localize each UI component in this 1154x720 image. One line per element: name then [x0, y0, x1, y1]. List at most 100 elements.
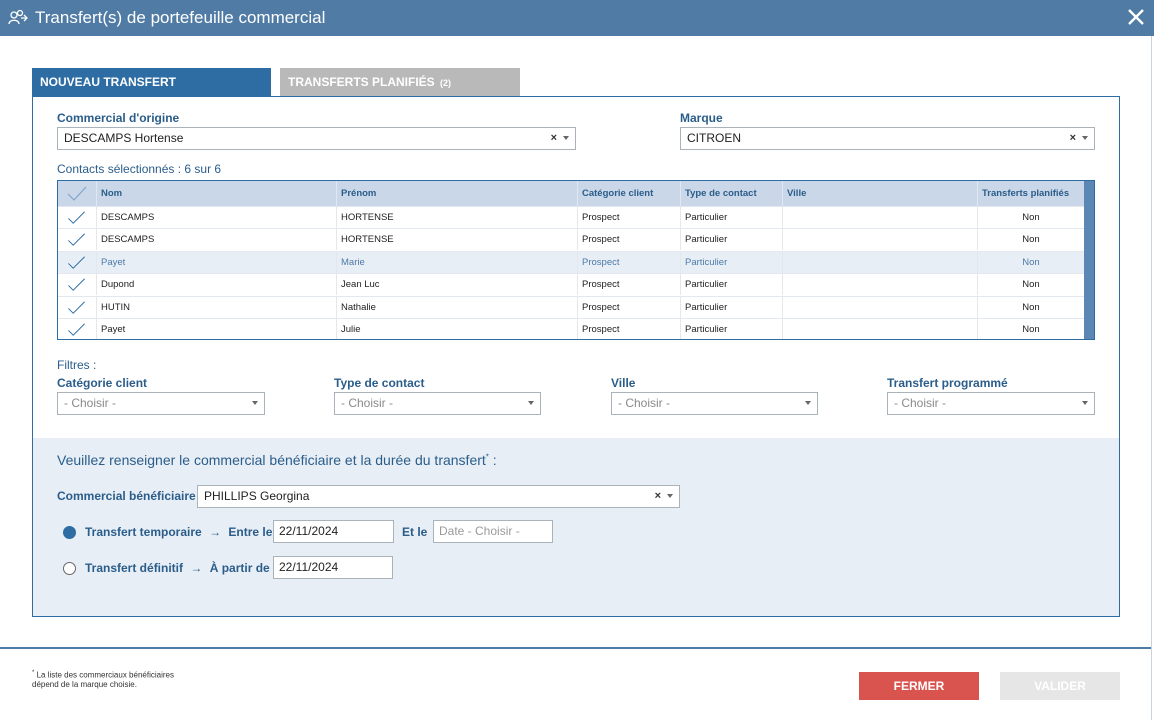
check-icon[interactable]	[58, 274, 96, 295]
table-row[interactable]: DESCAMPS HORTENSE Prospect Particulier N…	[58, 206, 1084, 228]
cell-transferts: Non	[977, 252, 1084, 273]
validate-button[interactable]: VALIDER	[1000, 672, 1120, 700]
cell-nom: Dupond	[96, 274, 336, 295]
cell-type: Particulier	[680, 207, 782, 228]
cell-type: Particulier	[680, 229, 782, 250]
cell-ville	[782, 207, 977, 228]
cell-categorie: Prospect	[577, 297, 680, 318]
tab-planned-transfers-label: TRANSFERTS PLANIFIÉS	[288, 75, 435, 89]
chevron-down-icon	[252, 401, 258, 405]
cell-type: Particulier	[680, 274, 782, 295]
filter-city-value: - Choisir -	[618, 396, 671, 410]
transfer-prompt-text: Veuillez renseigner le commercial bénéfi…	[57, 452, 486, 468]
cell-categorie: Prospect	[577, 252, 680, 273]
between-label: Entre le	[228, 525, 273, 539]
brand-select[interactable]: CITROEN ×	[680, 127, 1095, 150]
cell-categorie: Prospect	[577, 229, 680, 250]
chevron-down-icon	[805, 401, 811, 405]
footer-note-line1: La liste des commerciaux bénéficiaires	[34, 670, 174, 680]
check-icon[interactable]	[58, 297, 96, 318]
filter-scheduled-label: Transfert programmé	[887, 376, 1008, 390]
check-icon[interactable]	[58, 319, 96, 340]
col-header-transferts[interactable]: Transferts planifiés	[977, 181, 1084, 206]
check-icon[interactable]	[58, 207, 96, 228]
permanent-start-date-input[interactable]: 22/11/2024	[273, 556, 393, 579]
brand-clear-icon[interactable]: ×	[1070, 128, 1076, 149]
cell-nom: Payet	[96, 252, 336, 273]
origin-clear-icon[interactable]: ×	[551, 128, 557, 149]
cell-prenom: Marie	[336, 252, 577, 273]
table-scrollbar[interactable]	[1084, 181, 1094, 339]
cell-prenom: Jean Luc	[336, 274, 577, 295]
cell-transferts: Non	[977, 297, 1084, 318]
check-icon[interactable]	[58, 229, 96, 250]
cell-categorie: Prospect	[577, 274, 680, 295]
planned-count-badge: (2)	[440, 78, 452, 88]
filter-category-label: Catégorie client	[57, 376, 148, 390]
cell-transferts: Non	[977, 319, 1084, 339]
col-header-nom[interactable]: Nom	[96, 181, 336, 206]
check-all-icon[interactable]	[58, 181, 96, 206]
filter-category-value: - Choisir -	[64, 396, 117, 410]
permanent-transfer-label: Transfert définitif → À partir de	[85, 561, 270, 575]
col-header-ville[interactable]: Ville	[782, 181, 977, 206]
cell-ville	[782, 252, 977, 273]
beneficiary-select[interactable]: PHILLIPS Georgina ×	[197, 485, 680, 508]
col-header-prenom[interactable]: Prénom	[336, 181, 577, 206]
cell-transferts: Non	[977, 229, 1084, 250]
filter-category-select[interactable]: - Choisir -	[57, 392, 265, 415]
col-header-categorie[interactable]: Catégorie client	[577, 181, 680, 206]
cell-ville	[782, 229, 977, 250]
filter-scheduled-select[interactable]: - Choisir -	[887, 392, 1095, 415]
cell-type: Particulier	[680, 319, 782, 339]
close-button[interactable]: FERMER	[859, 672, 979, 700]
contacts-table: Nom Prénom Catégorie client Type de cont…	[57, 180, 1095, 340]
cell-transferts: Non	[977, 207, 1084, 228]
cell-prenom: HORTENSE	[336, 207, 577, 228]
chevron-down-icon	[1082, 401, 1088, 405]
close-icon[interactable]	[1125, 6, 1147, 28]
origin-select[interactable]: DESCAMPS Hortense ×	[57, 127, 576, 150]
check-icon[interactable]	[58, 252, 96, 273]
table-row[interactable]: Payet Julie Prospect Particulier Non	[58, 318, 1084, 340]
table-row[interactable]: Dupond Jean Luc Prospect Particulier Non	[58, 273, 1084, 295]
beneficiary-label: Commercial bénéficiaire	[57, 489, 196, 503]
tab-new-transfer-label: NOUVEAU TRANSFERT	[40, 75, 177, 89]
filter-contact-type-select[interactable]: - Choisir -	[334, 392, 541, 415]
transfer-prompt-colon: :	[488, 452, 497, 468]
col-header-type[interactable]: Type de contact	[680, 181, 782, 206]
cell-nom: HUTIN	[96, 297, 336, 318]
cell-prenom: Nathalie	[336, 297, 577, 318]
table-row[interactable]: Payet Marie Prospect Particulier Non	[58, 251, 1084, 273]
cell-prenom: HORTENSE	[336, 229, 577, 250]
cell-categorie: Prospect	[577, 207, 680, 228]
cell-ville	[782, 274, 977, 295]
temporary-end-date-input[interactable]: Date - Choisir -	[433, 520, 553, 543]
temporary-transfer-radio[interactable]	[63, 526, 76, 539]
permanent-transfer-radio[interactable]	[63, 562, 76, 575]
filter-city-select[interactable]: - Choisir -	[611, 392, 818, 415]
filter-contact-type-label: Type de contact	[334, 376, 425, 390]
arrow-right-icon: →	[209, 525, 222, 539]
tab-new-transfer[interactable]: NOUVEAU TRANSFERT	[32, 68, 271, 97]
cell-transferts: Non	[977, 274, 1084, 295]
temporary-transfer-text: Transfert temporaire	[85, 525, 202, 539]
filter-city-label: Ville	[611, 376, 636, 390]
cell-ville	[782, 319, 977, 339]
tab-planned-transfers[interactable]: TRANSFERTS PLANIFIÉS (2)	[280, 68, 520, 97]
brand-value: CITROEN	[687, 131, 741, 145]
chevron-down-icon	[1082, 136, 1088, 140]
table-header: Nom Prénom Catégorie client Type de cont…	[58, 181, 1084, 206]
and-label: Et le	[402, 525, 428, 539]
cell-type: Particulier	[680, 297, 782, 318]
table-row[interactable]: DESCAMPS HORTENSE Prospect Particulier N…	[58, 228, 1084, 250]
temporary-start-date-input[interactable]: 22/11/2024	[273, 520, 394, 543]
filter-contact-type-value: - Choisir -	[341, 396, 394, 410]
filter-scheduled-value: - Choisir -	[894, 396, 947, 410]
cell-nom: DESCAMPS	[96, 207, 336, 228]
transfer-prompt: Veuillez renseigner le commercial bénéfi…	[57, 452, 497, 468]
window-title: Transfert(s) de portefeuille commercial	[35, 8, 326, 27]
cell-nom: Payet	[96, 319, 336, 339]
table-row[interactable]: HUTIN Nathalie Prospect Particulier Non	[58, 296, 1084, 318]
beneficiary-clear-icon[interactable]: ×	[655, 486, 661, 507]
